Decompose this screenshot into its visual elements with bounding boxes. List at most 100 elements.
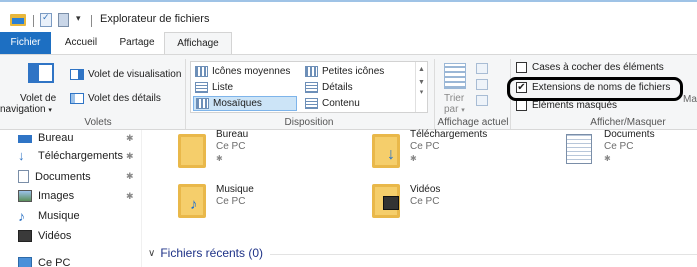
checkbox-hidden-items[interactable] xyxy=(516,100,527,111)
folder-location: Ce PC xyxy=(410,196,440,207)
list-icon xyxy=(195,82,208,93)
film-icon xyxy=(383,196,399,210)
tab-partage[interactable]: Partage xyxy=(112,32,162,54)
folder-icon xyxy=(10,14,26,26)
group-label-show-hide: Afficher/Masquer xyxy=(590,117,666,128)
folder-location: Ce PC xyxy=(410,141,440,152)
pin-icon[interactable]: ✱ xyxy=(126,171,134,182)
chevron-down-icon: ∨ xyxy=(148,247,156,259)
pin-icon: ✱ xyxy=(216,154,223,163)
nav-item-bureau[interactable]: Bureau ✱ xyxy=(18,132,142,144)
folder-location: Ce PC xyxy=(216,141,246,152)
folder-icon xyxy=(178,134,206,168)
folder-name: Documents xyxy=(604,129,655,140)
hidden-items-toggle[interactable]: Éléments masqués xyxy=(516,100,617,111)
nav-item-label: Bureau xyxy=(38,132,74,144)
expand-gallery-icon[interactable]: ▾ xyxy=(416,88,427,96)
pin-icon[interactable]: ✱ xyxy=(126,151,134,162)
layout-list[interactable]: Liste xyxy=(193,80,301,95)
tab-accueil[interactable]: Accueil xyxy=(56,32,106,54)
scroll-up-icon[interactable]: ▲ xyxy=(416,66,427,73)
details-icon xyxy=(305,82,318,93)
pin-icon[interactable]: ✱ xyxy=(126,191,134,202)
navigation-pane-label-2-text: navigation xyxy=(0,104,46,115)
layout-content[interactable]: Contenu xyxy=(303,96,411,111)
tab-affichage[interactable]: Affichage xyxy=(164,32,232,55)
folder-location: Ce PC xyxy=(604,141,634,152)
chevron-down-icon: ▾ xyxy=(48,107,52,114)
checkbox-label: Cases à cocher des éléments xyxy=(532,62,664,73)
nav-item-label: Ce PC xyxy=(38,257,71,267)
tab-fichier[interactable]: Fichier xyxy=(0,32,51,54)
layout-details[interactable]: Détails xyxy=(303,80,411,95)
details-pane-icon xyxy=(70,93,84,104)
layout-gallery: Icônes moyennes Petites icônes Liste Dét… xyxy=(190,61,428,113)
recent-files-header[interactable]: ∨ Fichiers récents (0) xyxy=(148,246,263,260)
navigation-pane-label-2: navigation ▾ xyxy=(0,104,52,115)
nav-item-telechargements[interactable]: ↓ Téléchargements ✱ xyxy=(18,148,142,163)
details-pane-label: Volet des détails xyxy=(88,93,161,104)
group-divider xyxy=(185,59,186,129)
group-by-icon[interactable] xyxy=(476,63,488,74)
layout-label: Contenu xyxy=(322,98,360,109)
layout-label: Liste xyxy=(212,82,234,93)
preview-pane-icon xyxy=(70,69,84,80)
checkbox-item-checkboxes[interactable] xyxy=(516,62,527,73)
sort-icon xyxy=(444,63,466,89)
layout-label: Petites icônes xyxy=(322,66,385,77)
ribbon-tabs: Fichier Accueil Partage Affichage xyxy=(0,32,697,55)
folder-name: Musique xyxy=(216,184,254,195)
chevron-down-icon: ▾ xyxy=(461,107,465,114)
sort-label-2: par xyxy=(444,104,459,115)
scroll-down-icon[interactable]: ▼ xyxy=(416,79,427,86)
highlight-annotation xyxy=(507,77,683,101)
nav-item-label: Documents xyxy=(35,170,91,183)
pin-icon[interactable]: ✱ xyxy=(126,133,134,144)
desktop-icon xyxy=(18,135,32,143)
folder-name: Téléchargements xyxy=(410,129,488,140)
nav-item-images[interactable]: Images ✱ xyxy=(18,190,142,202)
nav-item-musique[interactable]: ♪ Musique xyxy=(18,208,142,224)
pane-divider xyxy=(141,130,142,267)
content-icon xyxy=(305,98,318,109)
divider xyxy=(33,15,34,27)
nav-item-documents[interactable]: Documents ✱ xyxy=(18,170,142,183)
download-icon: ↓ xyxy=(18,148,25,163)
item-checkboxes-toggle[interactable]: Cases à cocher des éléments xyxy=(516,62,664,73)
nav-item-label: Téléchargements xyxy=(38,150,123,162)
music-icon: ♪ xyxy=(190,196,198,213)
add-columns-icon[interactable] xyxy=(476,79,488,90)
gallery-scrollbar[interactable]: ▲ ▼ ▾ xyxy=(415,62,427,112)
nav-item-label: Musique xyxy=(38,210,80,222)
sort-by-label: Trier par ▾ xyxy=(444,93,465,116)
nav-item-ce-pc[interactable]: Ce PC xyxy=(18,257,142,267)
documents-icon xyxy=(566,134,592,164)
video-icon xyxy=(18,230,32,242)
nav-item-videos[interactable]: Vidéos xyxy=(18,230,142,242)
properties-icon[interactable] xyxy=(40,12,52,27)
images-icon xyxy=(18,190,32,202)
folder-location: Ce PC xyxy=(216,196,246,207)
window-title: Explorateur de fichiers xyxy=(100,13,210,25)
layout-small-icons[interactable]: Petites icônes xyxy=(303,64,411,79)
navigation-pane: Bureau ✱ ↓ Téléchargements ✱ Documents ✱ Ima… xyxy=(0,130,140,267)
preview-pane-button[interactable]: Volet de visualisation xyxy=(70,69,181,80)
details-pane-button[interactable]: Volet des détails xyxy=(70,93,161,104)
group-label-current-view: Affichage actuel xyxy=(437,117,509,128)
music-icon: ♪ xyxy=(18,208,25,224)
preview-pane-label: Volet de visualisation xyxy=(88,69,182,80)
section-divider xyxy=(270,254,697,255)
group-label-volets: Volets xyxy=(84,117,112,128)
layout-medium-icons[interactable]: Icônes moyennes xyxy=(193,64,301,79)
nav-item-label: Vidéos xyxy=(38,230,72,242)
navigation-pane-label-1: Volet de xyxy=(20,93,57,104)
new-folder-icon[interactable] xyxy=(58,13,69,27)
download-arrow-icon: ↓ xyxy=(387,146,395,163)
navigation-pane-icon xyxy=(28,63,54,83)
nav-item-label: Images xyxy=(38,190,75,202)
customize-quick-access-icon[interactable]: ▾ xyxy=(76,11,81,25)
size-columns-icon[interactable] xyxy=(476,95,488,106)
layout-tiles[interactable]: Mosaïques xyxy=(193,96,297,111)
hide-selected-label[interactable]: Masq xyxy=(683,94,697,105)
recent-files-label: Fichiers récents (0) xyxy=(160,246,264,260)
